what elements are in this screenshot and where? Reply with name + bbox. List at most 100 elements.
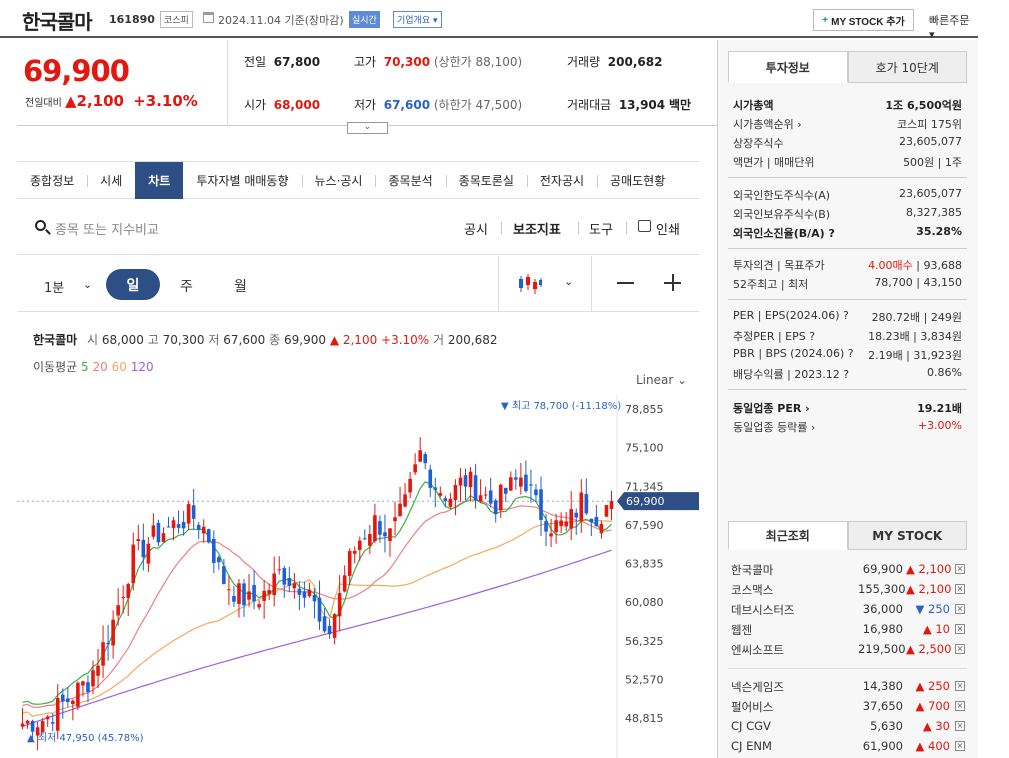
tab-2[interactable]: 차트	[135, 162, 184, 199]
candlestick-icon[interactable]	[517, 273, 543, 295]
tools-button[interactable]: 도구	[589, 219, 613, 238]
period-month[interactable]: 월	[234, 276, 247, 296]
tab-mystock[interactable]: MY STOCK	[847, 521, 967, 550]
realtime-badge[interactable]: 실시간	[349, 11, 380, 28]
change-percent: +3.10%	[133, 92, 198, 110]
open-price: 시가 68,000	[244, 96, 320, 113]
recent-item[interactable]: 데브시스터즈 36,000 ▼ 250 ×	[728, 599, 967, 619]
close-icon[interactable]: ×	[955, 564, 965, 574]
candle-body	[579, 492, 584, 522]
recent-change: ▲ 250	[915, 679, 950, 693]
corp-info-dropdown[interactable]: 기업개요 ▾	[393, 11, 442, 28]
close-icon[interactable]: ×	[955, 701, 965, 711]
ma5-label[interactable]: 5	[81, 360, 89, 374]
recent-item[interactable]: 웹젠 16,980 ▲ 10 ×	[728, 619, 967, 639]
recent-price: 16,980	[862, 622, 903, 636]
recent-name[interactable]: 펄어비스	[731, 699, 773, 715]
close-icon[interactable]: ×	[955, 624, 965, 634]
recent-item[interactable]: CJ CGV 5,630 ▲ 30 ×	[728, 716, 967, 736]
close-icon[interactable]: ×	[955, 681, 965, 691]
tab-ask-10[interactable]: 호가 10단계	[847, 51, 967, 83]
scale-mode-dropdown[interactable]: Linear ⌄	[636, 373, 687, 387]
trade-value-amount: 13,904	[618, 98, 666, 112]
candle-body	[584, 494, 589, 514]
change-label: 전일대비	[25, 98, 62, 109]
tab-5[interactable]: 종목분석	[375, 162, 445, 199]
period-week[interactable]: 주	[180, 276, 193, 296]
close-icon[interactable]: ×	[955, 741, 965, 751]
recent-name[interactable]: 한국콜마	[731, 562, 773, 578]
close-icon[interactable]: ×	[955, 644, 965, 654]
ma60-label[interactable]: 60	[112, 360, 127, 374]
candle-body	[488, 490, 493, 504]
info-row: 52주최고 | 최저 78,700 | 43,150	[728, 273, 967, 292]
candle-body	[217, 557, 221, 563]
low-label: 저가	[354, 98, 377, 112]
info-value: 23,605,077	[899, 135, 962, 148]
tab-6[interactable]: 종목토론실	[445, 162, 527, 199]
recent-name[interactable]: 넥슨게임즈	[731, 679, 784, 695]
chevron-down-icon[interactable]: ⌄	[564, 275, 573, 288]
y-tick-label: 67,590	[625, 519, 664, 532]
candle-body	[378, 521, 382, 535]
candle-body	[66, 698, 70, 702]
tab-1[interactable]: 시세	[87, 162, 135, 199]
trade-value-label: 거래대금	[567, 98, 612, 112]
print-button[interactable]: 인쇄	[656, 219, 680, 238]
recent-change: ▲ 30	[922, 719, 950, 733]
disclosure-button[interactable]: 공시	[464, 219, 488, 238]
recent-name[interactable]: CJ ENM	[731, 739, 772, 753]
recent-name[interactable]: 코스맥스	[731, 582, 773, 598]
tab-7[interactable]: 전자공시	[526, 162, 597, 199]
zoom-out-icon[interactable]	[617, 282, 634, 284]
prev-close-label: 전일	[244, 55, 267, 69]
candlestick-chart[interactable]: 78,855 75,100 71,345 67,590 63,835 60,080 56,3…	[17, 395, 699, 758]
search-icon[interactable]	[35, 220, 46, 231]
candle-body	[181, 521, 186, 529]
info-row: 시가총액 1조 6,500억원	[728, 94, 967, 113]
tab-8[interactable]: 공매도현황	[597, 162, 678, 199]
chevron-down-icon[interactable]: ⌄	[83, 278, 92, 291]
period-day[interactable]: 일	[106, 269, 160, 300]
candle-body	[141, 539, 146, 558]
period-minute[interactable]: 1분	[44, 277, 64, 296]
prev-close-value: 67,800	[273, 55, 321, 69]
tab-0[interactable]: 종합정보	[17, 162, 87, 199]
candle-body	[438, 493, 443, 496]
candle-body	[222, 566, 226, 584]
ma-label: 이동평균	[33, 360, 78, 374]
tab-recent[interactable]: 최근조회	[728, 521, 848, 550]
printer-icon[interactable]	[638, 220, 651, 232]
recent-item[interactable]: 펄어비스 37,650 ▲ 700 ×	[728, 696, 967, 716]
y-tick-label: 75,100	[625, 442, 664, 455]
recent-item[interactable]: 넥슨게임즈 14,380 ▲ 250 ×	[728, 676, 967, 696]
candle-body	[267, 590, 271, 595]
indicator-button[interactable]: 보조지표	[513, 219, 561, 238]
last-price-label: 69,900	[626, 495, 665, 508]
candle-body	[373, 515, 377, 542]
recent-name[interactable]: CJ CGV	[731, 719, 771, 733]
close-icon[interactable]: ×	[955, 584, 965, 594]
recent-name[interactable]: 웹젠	[731, 622, 752, 638]
close-icon[interactable]: ×	[955, 604, 965, 614]
quick-order-dropdown[interactable]: 빠른주문 ▾	[929, 12, 978, 41]
expand-summary-button[interactable]: ⌄	[347, 122, 388, 134]
close-icon[interactable]: ×	[955, 721, 965, 731]
candle-body	[503, 487, 508, 494]
recent-item[interactable]: 코스맥스 155,300 ▲ 2,100 ×	[728, 579, 967, 599]
add-mystock-button[interactable]: + MY STOCK 추가	[813, 9, 914, 31]
candle-body	[71, 700, 75, 705]
recent-item[interactable]: CJ ENM 61,900 ▲ 400 ×	[728, 736, 967, 756]
recent-item[interactable]: 엔씨소프트 219,500 ▲ 2,500 ×	[728, 639, 967, 659]
period-selector: 1분 ⌄ 일 주 월 ⌄	[17, 256, 699, 312]
ma20-label[interactable]: 20	[92, 360, 107, 374]
recent-name[interactable]: 데브시스터즈	[731, 602, 794, 618]
recent-name[interactable]: 엔씨소프트	[731, 642, 784, 658]
recent-item[interactable]: 한국콜마 69,900 ▲ 2,100 ×	[728, 559, 967, 579]
tab-3[interactable]: 투자자별 매매동향	[183, 162, 301, 199]
ma120-label[interactable]: 120	[131, 360, 154, 374]
divider	[728, 668, 967, 669]
tab-investment-info[interactable]: 투자정보	[728, 51, 848, 83]
tab-4[interactable]: 뉴스·공시	[301, 162, 376, 199]
compare-search-input[interactable]: 종목 또는 지수비교	[55, 219, 159, 238]
